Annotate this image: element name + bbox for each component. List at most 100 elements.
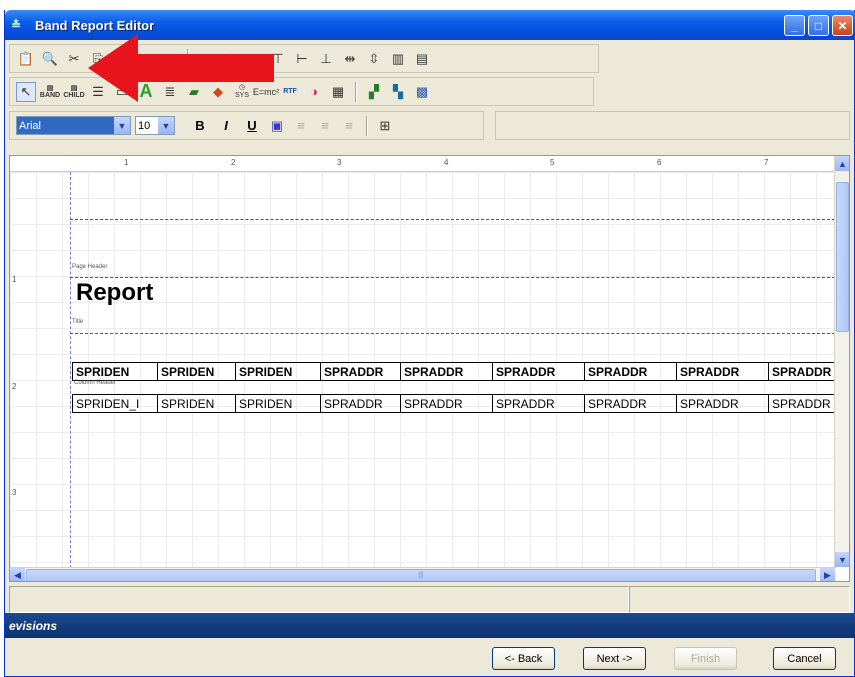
ruler-tick: 1	[124, 158, 129, 167]
band-report-editor-window: ≛ Band Report Editor _ □ ✕ 📋 🔍 ✂ ⎘ ↶ ↷ ⧉…	[4, 10, 855, 677]
status-bar	[9, 586, 850, 613]
scroll-down-icon[interactable]: ▼	[835, 552, 849, 567]
band-border	[70, 277, 840, 278]
ruler-tick: 2	[231, 158, 236, 167]
bold-button[interactable]: B	[189, 118, 211, 133]
text-align-right-icon[interactable]: ≡	[339, 116, 359, 136]
cut-icon[interactable]: ✂	[64, 49, 84, 69]
underline-button[interactable]: U	[241, 118, 263, 133]
ruler-tick: 5	[550, 158, 555, 167]
header-field[interactable]: SPRIDEN	[72, 362, 157, 381]
page-header-label: Page Header	[72, 264, 108, 270]
chevron-down-icon: ▼	[158, 117, 174, 134]
maximize-button[interactable]: □	[808, 15, 829, 36]
margin-line	[70, 172, 71, 581]
color-icon[interactable]: ▣	[267, 116, 287, 136]
font-size-value: 10	[138, 119, 151, 132]
horizontal-scroll-thumb[interactable]: |||	[26, 569, 816, 581]
text-align-center-icon[interactable]: ≡	[315, 116, 335, 136]
band-border	[70, 333, 840, 334]
detail-field[interactable]: SPRADDR	[400, 394, 492, 413]
horizontal-scrollbar[interactable]: ◀ ||| ▶	[10, 567, 836, 581]
evisions-logo: evisions	[9, 618, 58, 633]
minimize-icon: _	[791, 18, 798, 33]
header-field[interactable]: SPRIDEN	[235, 362, 320, 381]
italic-button[interactable]: I	[215, 118, 237, 133]
scroll-left-icon[interactable]: ◀	[10, 568, 25, 581]
detail-field[interactable]: SPRADDR	[676, 394, 768, 413]
toolbar-format-empty	[495, 111, 850, 140]
align-bottom-icon[interactable]: ⊥	[316, 49, 336, 69]
header-field[interactable]: SPRADDR	[584, 362, 676, 381]
richtext-icon[interactable]: RTF	[280, 82, 300, 102]
close-icon: ✕	[837, 18, 848, 33]
close-button[interactable]: ✕	[832, 15, 853, 36]
db-image-icon[interactable]: ▚	[388, 82, 408, 102]
cancel-button[interactable]: Cancel	[773, 647, 836, 670]
detail-field[interactable]: SPRIDEN	[157, 394, 235, 413]
title-band-label: Title	[72, 319, 84, 325]
separator	[366, 115, 368, 136]
maximize-icon: □	[814, 18, 823, 33]
vertical-scrollbar[interactable]: ▲ ▼	[834, 156, 849, 567]
next-button[interactable]: Next ->	[583, 647, 646, 670]
background-window-strip	[0, 0, 855, 10]
band-border	[70, 219, 840, 220]
text-align-left-icon[interactable]: ≡	[291, 116, 311, 136]
chart-icon[interactable]: ◑	[304, 82, 324, 102]
separator	[355, 81, 357, 102]
header-field[interactable]: SPRADDR	[492, 362, 584, 381]
detail-field[interactable]: SPRIDEN_I	[72, 394, 157, 413]
header-field[interactable]: SPRIDEN	[157, 362, 235, 381]
column-header-label: Column Header	[74, 380, 117, 386]
ruler-tick: 3	[337, 158, 342, 167]
same-height-icon[interactable]: ▤	[412, 49, 432, 69]
space-vertical-icon[interactable]: ⇳	[364, 49, 384, 69]
detail-field[interactable]: SPRADDR	[320, 394, 400, 413]
paste-icon[interactable]: 📋	[16, 49, 36, 69]
header-field[interactable]: SPRADDR	[676, 362, 768, 381]
ruler-tick: 4	[444, 158, 449, 167]
horizontal-ruler: 1 2 3 4 5 6 7	[10, 156, 849, 172]
window-title: Band Report Editor	[35, 17, 155, 33]
scroll-right-icon[interactable]: ▶	[820, 568, 835, 581]
font-name-select[interactable]: Arial ▼	[16, 116, 131, 135]
ruler-tick: 3	[12, 488, 17, 497]
space-horizontal-icon[interactable]: ⇹	[340, 49, 360, 69]
detail-field[interactable]: SPRADDR	[584, 394, 676, 413]
db-label-icon[interactable]: ▞	[364, 82, 384, 102]
toolbar-format: Arial ▼ 10 ▼ B I U ▣ ≡ ≡ ≡ ⊞	[9, 111, 484, 140]
app-icon: ≛	[11, 18, 22, 32]
status-panel-secondary	[629, 586, 850, 613]
db-richtext-icon[interactable]: ▩	[412, 82, 432, 102]
ruler-tick: 1	[12, 275, 17, 284]
detail-field[interactable]: SPRIDEN	[235, 394, 320, 413]
font-size-select[interactable]: 10 ▼	[135, 116, 175, 135]
child-band-icon[interactable]: ▤ CHILD	[63, 82, 84, 102]
report-title-label[interactable]: Report	[76, 279, 153, 307]
chevron-down-icon: ▼	[114, 117, 130, 134]
back-button[interactable]: <- Back	[492, 647, 555, 670]
report-design-canvas[interactable]: 1 2 3 4 5 6 7 1 2 3 Page Header Report T…	[9, 155, 850, 582]
minimize-button[interactable]: _	[784, 15, 805, 36]
header-field[interactable]: SPRADDR	[400, 362, 492, 381]
grid-icon[interactable]: ▦	[328, 82, 348, 102]
ruler-tick: 7	[764, 158, 769, 167]
pointer-icon[interactable]: ↖	[16, 81, 36, 102]
ruler-tick: 6	[657, 158, 662, 167]
header-field[interactable]: SPRADDR	[320, 362, 400, 381]
scroll-up-icon[interactable]: ▲	[835, 156, 849, 171]
preview-icon[interactable]: 🔍	[40, 49, 60, 69]
status-panel-main	[9, 586, 629, 613]
align-vcenter-icon[interactable]: ⊢	[292, 49, 312, 69]
detail-field[interactable]: SPRADDR	[492, 394, 584, 413]
band-icon[interactable]: ▤ BAND	[40, 82, 60, 102]
red-annotation-arrow-icon	[88, 34, 274, 102]
font-name-value: Arial	[17, 117, 114, 134]
same-width-icon[interactable]: ▥	[388, 49, 408, 69]
finish-button[interactable]: Finish	[674, 647, 737, 670]
frame-icon[interactable]: ⊞	[375, 116, 395, 136]
brand-bar: evisions	[5, 613, 855, 638]
vertical-scroll-thumb[interactable]	[836, 182, 849, 332]
ruler-tick: 2	[12, 382, 17, 391]
